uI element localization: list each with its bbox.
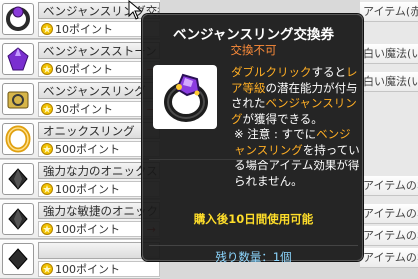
price-label: 100ポイント — [55, 263, 120, 276]
inventory-row[interactable]: アイテムのポイズ — [360, 248, 418, 268]
description-text: すると — [311, 65, 347, 79]
star-icon — [41, 103, 53, 115]
remaining-stock: 残り数量：1個 — [215, 250, 292, 264]
purple-gem-icon — [2, 43, 34, 75]
star-icon — [41, 223, 53, 235]
price-label: 100ポイント — [55, 183, 120, 196]
note-text: すでに — [281, 127, 317, 141]
item-price: 100ポイント — [38, 261, 160, 277]
mouse-cursor-icon — [128, 0, 142, 20]
star-icon — [41, 183, 53, 195]
price-label: 100ポイント — [55, 223, 120, 236]
note-label: ※ 注意 : — [234, 127, 278, 141]
gold-box-icon — [2, 83, 34, 115]
gold-ring-icon — [2, 123, 34, 155]
tooltip-note: ※ 注意 : すでにベンジャンスリングを持っている場合アイテム効果が得られません… — [234, 127, 360, 189]
divider — [149, 159, 358, 160]
divider — [149, 245, 358, 246]
shop-item-row[interactable]: 強力な力のオニックスストーン 100ポイント — [0, 160, 160, 199]
ring-voucher-icon — [2, 3, 34, 35]
price-label: 500ポイント — [55, 143, 120, 156]
inventory-row[interactable]: 白い魔法(いの朝 — [360, 44, 418, 64]
inventory-row[interactable]: アイテム(赤) — [360, 2, 418, 22]
onyx-stone-icon — [2, 163, 34, 195]
item-icon-frame — [153, 65, 217, 129]
item-tooltip: ベンジャンスリング交換券 交換不可 ダブルクリックするとレア等級の潜在能力が付与… — [142, 14, 363, 264]
vengeance-ring-icon — [164, 73, 208, 122]
onyx-stone-icon — [2, 243, 34, 275]
description-text: が獲得できる。 — [242, 111, 323, 126]
shop-item-row[interactable]: ベンジャンスリング 30ポイント → — [0, 80, 160, 119]
tooltip-subtitle: 交換不可 — [230, 43, 277, 57]
inventory-list: アイテム(赤) 白い魔法(いの朝 白い魔法(いの朝 アイテムのポイズ アイテムの… — [360, 0, 418, 268]
onyx-stone-icon — [2, 203, 34, 235]
price-label: 60ポイント — [55, 63, 113, 76]
shop-item-row[interactable]: オニックスリング 500ポイント — [0, 120, 160, 159]
star-icon — [41, 23, 53, 35]
tooltip-description: ダブルクリックするとレア等級の潜在能力が付与されたベンジャンスリングが獲得できる… — [231, 65, 361, 127]
inventory-row[interactable]: アイテムのポイズ — [360, 226, 418, 246]
star-icon — [41, 63, 53, 75]
shop-item-row[interactable]: ベンジャンスストーン 60ポイント → — [0, 40, 160, 79]
price-label: 30ポイント — [55, 103, 113, 116]
inventory-row[interactable]: アイテムのポイズ — [360, 204, 418, 224]
shop-item-row[interactable]: 100ポイント — [0, 240, 160, 279]
usage-period: 購入後10日間使用可能 — [193, 212, 314, 226]
star-icon — [41, 263, 53, 275]
inventory-row[interactable]: アイテムのポイズ — [360, 176, 418, 196]
shop-item-row[interactable]: 強力な敏捷のオニックスストーン 100ポイント → — [0, 200, 160, 239]
highlight-text: ダブルクリック — [231, 65, 312, 79]
inventory-row[interactable]: 白い魔法(いの朝 — [360, 72, 418, 92]
star-icon — [41, 143, 53, 155]
price-label: 10ポイント — [55, 23, 113, 36]
shop-item-list: ベンジャンスリング交換券 10ポイント ベンジャンスストーン 60ポイント → … — [0, 0, 160, 279]
tooltip-title: ベンジャンスリング交換券 — [172, 27, 335, 43]
